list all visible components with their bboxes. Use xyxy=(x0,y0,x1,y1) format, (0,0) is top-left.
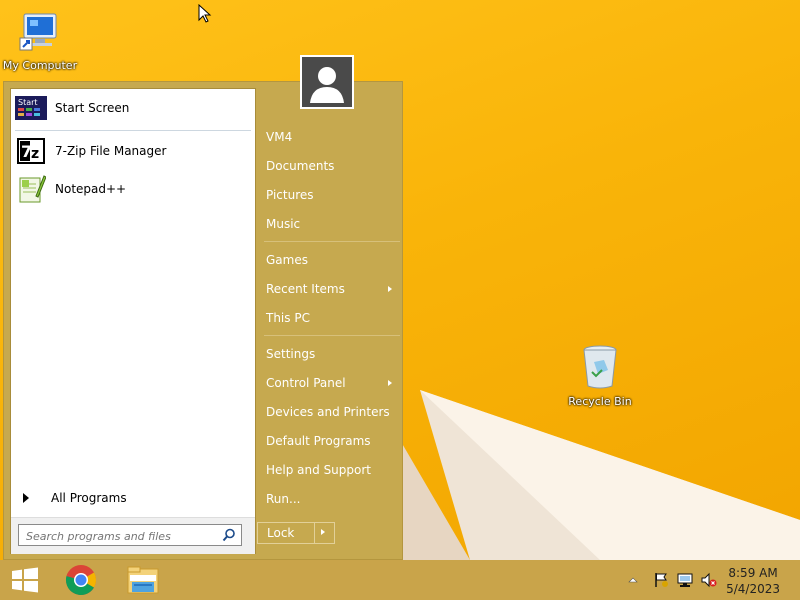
submenu-arrow-icon xyxy=(388,380,392,386)
start-menu-programs-pane: Start Start Screen 7 z 7-Zip File Manage… xyxy=(10,88,256,554)
program-label: 7-Zip File Manager xyxy=(55,144,167,158)
submenu-arrow-icon xyxy=(388,286,392,292)
desktop-icon-my-computer[interactable]: My Computer xyxy=(0,12,80,72)
taskbar: 8:59 AM 5/4/2023 xyxy=(0,560,800,600)
triangle-right-icon xyxy=(23,493,29,503)
menu-item-this-pc[interactable]: This PC xyxy=(266,307,402,329)
recycle-bin-icon xyxy=(583,345,617,389)
taskbar-clock[interactable]: 8:59 AM 5/4/2023 xyxy=(726,565,780,597)
divider xyxy=(15,130,251,131)
search-box[interactable] xyxy=(18,524,242,546)
7zip-icon: 7 z xyxy=(15,137,47,165)
search-icon[interactable] xyxy=(222,528,236,542)
menu-item-label: Music xyxy=(266,217,301,231)
menu-item-games[interactable]: Games xyxy=(266,249,402,271)
windows-start-icon xyxy=(12,567,38,593)
show-hidden-icons-icon[interactable] xyxy=(627,575,639,585)
program-label: Start Screen xyxy=(55,101,130,115)
program-label: Notepad++ xyxy=(55,182,127,196)
program-start-screen[interactable]: Start Start Screen xyxy=(15,93,251,123)
menu-item-label: Documents xyxy=(266,159,335,173)
menu-item-label: VM4 xyxy=(266,130,293,144)
clock-date: 5/4/2023 xyxy=(726,582,780,596)
menu-item-vm4[interactable]: VM4 xyxy=(266,126,402,148)
menu-item-help-and-support[interactable]: Help and Support xyxy=(266,459,402,481)
menu-item-label: Recent Items xyxy=(266,282,345,296)
menu-item-label: Settings xyxy=(266,347,316,361)
start-button[interactable] xyxy=(2,560,48,600)
taskbar-chrome[interactable] xyxy=(58,560,104,600)
lock-button[interactable]: Lock xyxy=(267,526,294,540)
user-avatar[interactable] xyxy=(300,55,354,109)
start-menu: Start Start Screen 7 z 7-Zip File Manage… xyxy=(3,81,403,560)
menu-item-documents[interactable]: Documents xyxy=(266,155,402,177)
desktop-icon-label: Recycle Bin xyxy=(568,395,632,408)
menu-item-recent-items[interactable]: Recent Items xyxy=(266,278,402,300)
taskbar-file-explorer[interactable] xyxy=(120,560,166,600)
volume-muted-icon[interactable] xyxy=(701,572,717,588)
user-icon xyxy=(302,57,352,107)
menu-item-pictures[interactable]: Pictures xyxy=(266,184,402,206)
system-tray xyxy=(627,560,717,600)
notepad-plus-plus-icon xyxy=(15,175,47,203)
menu-item-label: Run... xyxy=(266,492,301,506)
desktop-icon-label: My Computer xyxy=(2,59,78,72)
mouse-cursor-icon xyxy=(198,4,212,23)
menu-item-devices-and-printers[interactable]: Devices and Printers xyxy=(266,401,402,423)
start-screen-icon: Start xyxy=(15,94,47,122)
svg-text:Start: Start xyxy=(18,98,38,107)
search-input[interactable] xyxy=(24,526,218,546)
file-explorer-icon xyxy=(127,566,159,594)
clock-time: 8:59 AM xyxy=(728,566,778,580)
svg-text:z: z xyxy=(31,146,39,162)
divider xyxy=(264,335,400,336)
program-notepad-plus-plus[interactable]: Notepad++ xyxy=(15,174,251,204)
menu-item-settings[interactable]: Settings xyxy=(266,343,402,365)
menu-item-default-programs[interactable]: Default Programs xyxy=(266,430,402,452)
lock-options-arrow-icon[interactable] xyxy=(321,529,325,535)
all-programs-button[interactable]: All Programs xyxy=(15,484,251,512)
menu-item-label: Pictures xyxy=(266,188,314,202)
chrome-icon xyxy=(65,565,97,596)
menu-item-music[interactable]: Music xyxy=(266,213,402,235)
computer-icon xyxy=(19,13,57,51)
desktop-icon-recycle-bin[interactable]: Recycle Bin xyxy=(560,344,640,408)
action-center-flag-icon[interactable] xyxy=(653,572,669,588)
network-icon[interactable] xyxy=(677,572,693,588)
search-area xyxy=(11,517,255,554)
program-7zip[interactable]: 7 z 7-Zip File Manager xyxy=(15,136,251,166)
menu-item-label: Default Programs xyxy=(266,434,371,448)
menu-item-label: Help and Support xyxy=(266,463,371,477)
divider xyxy=(264,241,400,242)
menu-item-label: Games xyxy=(266,253,308,267)
menu-item-label: Devices and Printers xyxy=(266,405,390,419)
all-programs-label: All Programs xyxy=(51,491,127,505)
menu-item-control-panel[interactable]: Control Panel xyxy=(266,372,402,394)
menu-item-label: This PC xyxy=(266,311,310,325)
lock-button-group: Lock xyxy=(257,522,335,544)
menu-item-run[interactable]: Run... xyxy=(266,488,402,510)
menu-item-label: Control Panel xyxy=(266,376,346,390)
divider xyxy=(314,523,315,543)
